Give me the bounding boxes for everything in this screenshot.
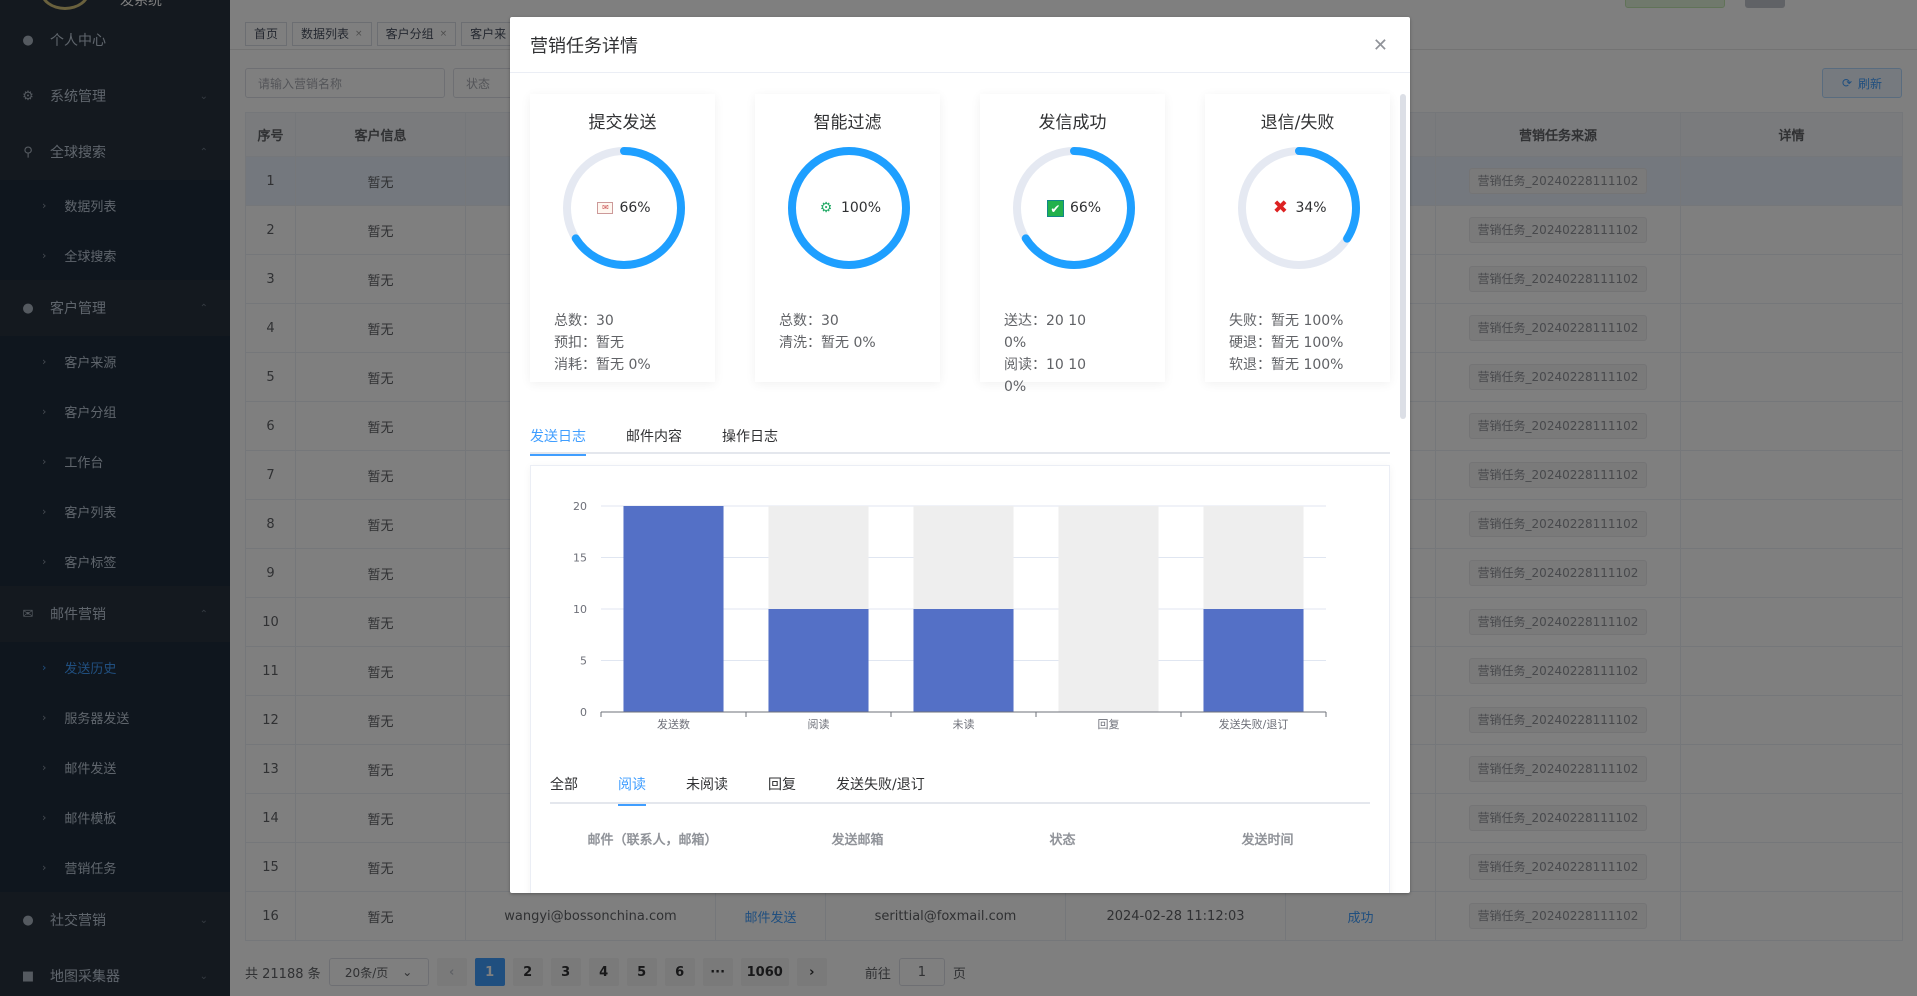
stat-line: 总数：30	[779, 313, 839, 329]
subtab-0[interactable]: 全部	[550, 764, 578, 804]
scrollbar[interactable]	[1400, 94, 1406, 419]
log-column-header: 状态	[1049, 833, 1076, 848]
bar-chart: 0 5 10 15 20 发送数 阅读 未读 回复 发送失败/退订	[573, 500, 1327, 731]
log-column-header: 发送邮箱	[831, 833, 884, 848]
task-detail-dialog: 营销任务详情 ✕ 提交发送 ✉ 66% 总数：30 预扣：暂无消耗：暂无 0% 智能过滤 ⚙…	[510, 17, 1410, 893]
y-tick-label: 0	[580, 706, 587, 719]
bar	[1203, 609, 1304, 712]
x-tick-label: 回复	[1098, 717, 1120, 731]
stat-lines: 失败：暂无 100% 硬退：暂无 100% 软退：暂无 100%	[1229, 310, 1379, 376]
y-tick-label: 10	[573, 603, 587, 616]
tab-1[interactable]: 邮件内容	[626, 418, 682, 454]
bar	[913, 609, 1014, 712]
y-tick-label: 15	[573, 552, 587, 565]
bar	[768, 609, 869, 712]
stat-line: 失败：暂无 100%	[1229, 313, 1344, 329]
percent-label: 66%	[619, 200, 651, 216]
detail-tabs: 发送日志 邮件内容 操作日志	[530, 418, 1390, 456]
tab-0[interactable]: 发送日志	[530, 418, 586, 456]
log-column-header: 发送时间	[1241, 833, 1294, 848]
stat-line: 硬退：暂无 100%	[1229, 335, 1344, 351]
subtab-4[interactable]: 发送失败/退订	[836, 764, 925, 804]
stat-line: 0%	[1004, 379, 1027, 395]
stat-line: 送达：20 10	[1004, 313, 1087, 329]
stat-card: 发信成功 ✔ 66% 送达：20 10 0% 阅读：10 10 0%	[980, 94, 1165, 395]
bar	[623, 506, 724, 712]
subtab-2[interactable]: 未阅读	[686, 764, 728, 804]
log-filter-tabs: 全部 阅读 未阅读 回复 发送失败/退订	[550, 764, 1370, 806]
stat-card-title: 智能过滤	[813, 113, 882, 133]
stat-card-title: 提交发送	[588, 113, 657, 133]
dialog-title: 营销任务详情	[530, 35, 638, 57]
dialog-header: 营销任务详情 ✕	[510, 17, 1410, 73]
x-tick-label: 阅读	[808, 717, 830, 731]
stat-card: 智能过滤 ⚙ 100% 总数：30 清洗：暂无 0%	[755, 94, 940, 382]
stat-lines: 总数：30 预扣：暂无消耗：暂无 0%	[554, 310, 704, 376]
stat-card-title: 发信成功	[1038, 113, 1107, 133]
ring-center: ✉ 66%	[560, 144, 688, 272]
stat-card: 退信/失败 ✖ 34% 失败：暂无 100% 硬退：暂无 100% 软退：暂无 100%	[1205, 94, 1390, 382]
ring-center: ⚙ 100%	[785, 144, 913, 272]
stat-line: 软退：暂无 100%	[1229, 357, 1344, 373]
dialog-body: 提交发送 ✉ 66% 总数：30 预扣：暂无 消耗：暂无 0% 智能过滤 ⚙ 100% 总数：30…	[510, 74, 1410, 893]
stat-card-title: 退信/失败	[1260, 113, 1335, 133]
subtab-3[interactable]: 回复	[768, 764, 796, 804]
tab-2[interactable]: 操作日志	[722, 418, 778, 454]
bar-background	[1058, 506, 1159, 712]
x-tick-label: 发送数	[657, 717, 690, 731]
stat-line: 阅读：10 10	[1004, 357, 1087, 373]
close-icon[interactable]: ✕	[1373, 35, 1388, 56]
stat-line: 0%	[1004, 335, 1027, 351]
stat-card: 提交发送 ✉ 66% 总数：30 预扣：暂无消耗：暂无 0%	[530, 94, 715, 382]
ring-center: ✔ 66%	[1010, 144, 1138, 272]
cross-icon: ✖	[1272, 197, 1288, 218]
log-table-header: 邮件（联系人，邮箱） 发送邮箱 状态 发送时间	[550, 829, 1370, 848]
stat-line: 预扣：暂无	[554, 335, 624, 351]
percent-label: 66%	[1069, 200, 1102, 216]
percent-label: 100%	[840, 200, 882, 216]
log-column-header: 邮件（联系人，邮箱）	[587, 833, 718, 848]
stat-lines: 总数：30 清洗：暂无 0%	[779, 310, 929, 354]
y-tick-label: 5	[580, 655, 587, 668]
y-tick-label: 20	[573, 500, 587, 513]
stat-line: 清洗：暂无 0%	[779, 335, 876, 351]
stat-line: 消耗：暂无 0%	[554, 357, 651, 373]
x-tick-label: 发送失败/退订	[1219, 717, 1289, 731]
stat-line: 总数：30	[554, 313, 614, 329]
filter-icon: ⚙	[819, 200, 833, 216]
ring-center: ✖ 34%	[1235, 144, 1363, 272]
x-tick-label: 未读	[953, 717, 975, 731]
subtab-1[interactable]: 阅读	[618, 764, 646, 806]
check-icon: ✔	[1046, 199, 1064, 217]
stat-cards: 提交发送 ✉ 66% 总数：30 预扣：暂无消耗：暂无 0% 智能过滤 ⚙ 100% 总数：30…	[530, 94, 1390, 395]
stat-lines: 送达：20 10 0% 阅读：10 10 0%	[1004, 310, 1154, 398]
percent-label: 34%	[1295, 200, 1327, 216]
envelope-icon: ✉	[597, 202, 614, 214]
